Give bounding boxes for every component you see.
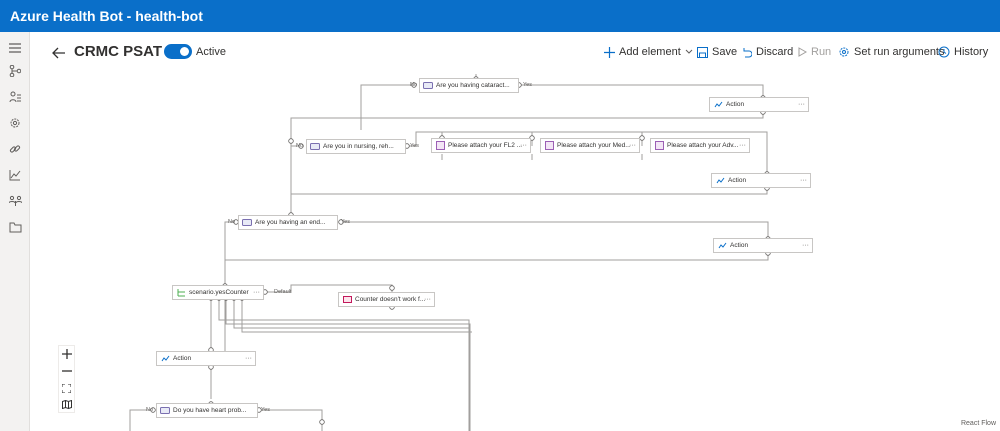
run-label: Run	[811, 46, 832, 58]
analytics-icon[interactable]	[7, 167, 23, 183]
node-more-icon[interactable]: ···	[424, 296, 431, 303]
prompt-node-attach-adv[interactable]: Please attach your Adv... ···	[650, 138, 750, 153]
flow-edges	[129, 74, 771, 431]
edge-label-yes: Yes	[341, 219, 350, 225]
question-icon	[310, 142, 320, 152]
run-button[interactable]: Run	[798, 46, 831, 58]
question-node-end[interactable]: Are you having an end...	[238, 215, 338, 230]
node-more-icon[interactable]: ···	[739, 142, 746, 149]
zoom-out-icon[interactable]	[59, 363, 74, 379]
node-more-icon[interactable]: ···	[798, 101, 805, 108]
attach-icon	[435, 141, 445, 151]
action-icon	[717, 241, 727, 251]
edge-label-no: No	[146, 407, 154, 413]
edge	[441, 154, 643, 160]
question-icon	[423, 81, 433, 91]
edge-label-default: Default	[274, 289, 292, 295]
action-node-4[interactable]: Action ···	[156, 351, 256, 366]
save-button[interactable]: Save	[697, 46, 737, 58]
action-node-2[interactable]: Action ···	[711, 173, 811, 188]
prompt-node-attach-fl2[interactable]: Please attach your FL2 ... ···	[431, 138, 531, 153]
edge-label-yes: Yes	[523, 82, 532, 88]
action-node-3[interactable]: Action ···	[713, 238, 813, 253]
message-node-counter[interactable]: Counter doesn't work f... ···	[338, 292, 435, 307]
question-icon	[242, 218, 252, 228]
save-icon	[697, 46, 708, 58]
save-label: Save	[712, 46, 738, 58]
edge	[342, 221, 769, 244]
attach-icon	[654, 141, 664, 151]
switch-icon	[176, 288, 186, 298]
active-toggle-label: Active	[196, 46, 226, 58]
flow-icon[interactable]	[7, 63, 23, 79]
action-node-1[interactable]: Action ···	[709, 97, 809, 112]
app-title: Azure Health Bot - health-bot	[10, 8, 203, 24]
node-more-icon[interactable]: ···	[520, 142, 527, 149]
attach-icon	[544, 141, 554, 151]
react-flow-attribution[interactable]: React Flow	[961, 420, 996, 427]
users-icon[interactable]	[7, 193, 23, 209]
history-button[interactable]: History	[938, 46, 988, 58]
zoom-in-icon[interactable]	[59, 346, 74, 362]
action-icon	[160, 354, 170, 364]
question-node-nursing[interactable]: Are you in nursing, reh...	[306, 139, 406, 154]
flow-canvas[interactable]: No Are you having cataract... Yes Action…	[30, 74, 1000, 431]
edge	[290, 188, 768, 215]
discard-button[interactable]: Discard	[741, 46, 793, 58]
app-title-bar: Azure Health Bot - health-bot	[0, 0, 1000, 32]
switch-node-yes-counter[interactable]: scenario.yesCounter ···	[172, 285, 264, 300]
node-more-icon[interactable]: ···	[629, 142, 636, 149]
gear-icon[interactable]	[7, 115, 23, 131]
question-icon	[160, 406, 170, 416]
node-more-icon[interactable]: ···	[245, 355, 252, 362]
page-header: CRMC PSAT Active Add element Save Discar…	[30, 32, 1000, 74]
discard-label: Discard	[756, 46, 794, 58]
left-navigation	[0, 32, 30, 431]
question-node-heart[interactable]: Do you have heart prob...	[156, 403, 258, 418]
node-more-icon[interactable]: ···	[800, 177, 807, 184]
prompt-node-attach-med[interactable]: Please attach your Med... ···	[540, 138, 640, 153]
edge	[129, 409, 152, 431]
edge	[360, 84, 413, 130]
node-more-icon[interactable]: ···	[802, 242, 809, 249]
set-run-arguments-label: Set run arguments	[854, 46, 945, 58]
edge	[290, 145, 300, 201]
map-icon[interactable]	[59, 396, 74, 412]
question-node-cataract[interactable]: Are you having cataract...	[419, 78, 519, 93]
history-icon	[938, 46, 950, 58]
set-run-arguments-button[interactable]: Set run arguments	[838, 46, 945, 58]
message-icon	[342, 295, 352, 305]
fit-view-icon[interactable]	[59, 380, 74, 396]
edge-label-no: No	[410, 82, 418, 88]
action-icon	[715, 176, 725, 186]
edge-label-no: No	[228, 219, 236, 225]
edge-label-no: No	[296, 143, 304, 149]
page-title: CRMC PSAT	[74, 43, 163, 60]
zoom-controls	[58, 345, 75, 413]
chevron-down-icon	[685, 49, 693, 54]
add-element-button[interactable]: Add element	[604, 46, 693, 58]
hamburger-icon[interactable]	[7, 40, 23, 56]
add-element-label: Add element	[619, 46, 681, 58]
node-more-icon[interactable]: ···	[253, 289, 260, 296]
history-label: History	[954, 46, 989, 58]
folder-icon[interactable]	[7, 219, 23, 235]
settings-gear-icon	[839, 47, 849, 57]
plus-icon	[604, 46, 615, 58]
scenario-icon[interactable]	[7, 89, 23, 105]
active-toggle[interactable]	[164, 44, 192, 59]
link-icon[interactable]	[7, 141, 23, 157]
undo-icon	[743, 47, 752, 57]
back-arrow-icon[interactable]	[50, 44, 68, 62]
edge-label-yes: Yes	[410, 143, 419, 149]
play-icon	[798, 47, 807, 57]
edge	[260, 409, 323, 431]
edge	[224, 253, 769, 293]
edge-label-yes: Yes	[261, 407, 270, 413]
action-icon	[713, 100, 723, 110]
